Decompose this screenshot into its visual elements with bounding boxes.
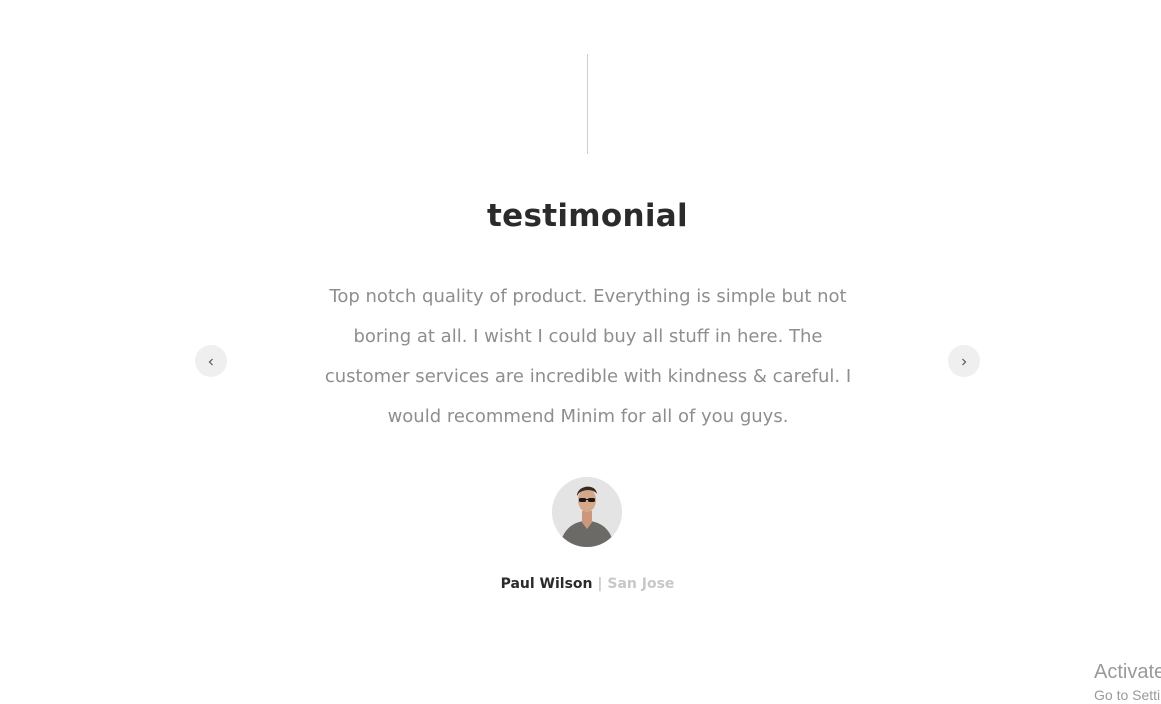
watermark-title: Activate Windows [1094, 661, 1161, 683]
chevron-left-icon [206, 352, 216, 371]
vertical-divider [587, 54, 588, 154]
author-name: Paul Wilson [500, 576, 593, 592]
author-location: San Jose [607, 576, 675, 592]
author-avatar [552, 477, 622, 547]
watermark-subtitle: Go to Settings to activate Windows. [1094, 687, 1161, 703]
prev-slide-button[interactable] [195, 345, 227, 377]
section-title: testimonial [487, 198, 688, 234]
author-caption: Paul Wilson | San Jose [0, 576, 1161, 592]
chevron-right-icon [959, 352, 969, 371]
author-separator: | [592, 576, 608, 592]
testimonial-quote: Top notch quality of product. Everything… [324, 286, 852, 427]
next-slide-button[interactable] [948, 345, 980, 377]
activate-windows-watermark: Activate Windows Go to Settings to activ… [1094, 660, 1161, 704]
testimonial-section: testimonial Top notch quality of product… [0, 0, 1161, 704]
